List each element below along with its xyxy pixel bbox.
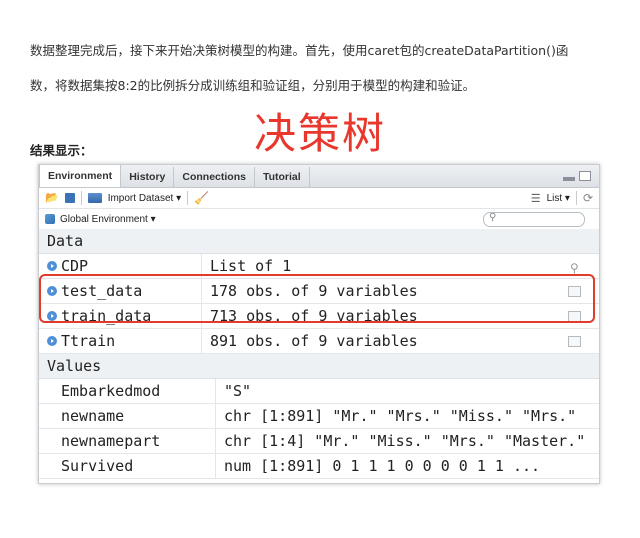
environment-pane: Environment History Connections Tutorial… (38, 164, 600, 484)
environment-selector-bar: Global Environment ▾ ⚲ (39, 209, 599, 229)
tab-history[interactable]: History (121, 167, 175, 187)
global-environment-dropdown[interactable]: Global Environment ▾ (60, 214, 156, 225)
import-dataset-button[interactable]: Import Dataset ▾ (108, 193, 181, 204)
variable-value: List of 1 (210, 257, 292, 275)
save-icon[interactable] (64, 193, 75, 203)
table-row[interactable]: train_data 713 obs. of 9 variables (39, 304, 599, 329)
tab-tutorial[interactable]: Tutorial (255, 167, 310, 187)
toolbar-divider (187, 191, 189, 205)
variable-name: Embarkedmod (39, 379, 216, 403)
view-table-icon[interactable] (568, 286, 581, 297)
magnify-icon[interactable]: ⚲ (570, 256, 581, 275)
tab-environment[interactable]: Environment (39, 165, 122, 187)
row-name-cell: Ttrain (39, 329, 202, 353)
open-folder-icon[interactable]: 📂 (45, 192, 59, 204)
import-dataset-icon[interactable] (87, 193, 102, 203)
variable-name: test_data (61, 282, 143, 300)
row-name-cell: train_data (39, 304, 202, 328)
table-row[interactable]: CDP List of 1 ⚲ (39, 254, 599, 279)
variable-name: newname (39, 404, 216, 428)
broom-icon[interactable]: 🧹 (194, 192, 209, 204)
variable-name: train_data (61, 307, 152, 325)
variable-name: newnamepart (39, 429, 216, 453)
table-row[interactable]: Ttrain 891 obs. of 9 variables (39, 329, 599, 354)
environment-grid: Data CDP List of 1 ⚲ test_data 178 obs. … (39, 229, 599, 479)
maximize-icon[interactable] (579, 171, 591, 181)
variable-value: 178 obs. of 9 variables (210, 282, 418, 300)
intro-paragraph-1: 数据整理完成后，接下来开始决策树模型的构建。首先，使用caret包的create… (30, 43, 569, 58)
variable-value: 713 obs. of 9 variables (210, 307, 418, 325)
expand-icon[interactable] (47, 311, 57, 321)
toolbar-right: ☰ List ▾ ⟳ (531, 191, 593, 205)
minimize-icon[interactable] (563, 177, 575, 181)
variable-name: Ttrain (61, 332, 116, 350)
expand-icon[interactable] (47, 336, 57, 346)
list-view-icon: ☰ (530, 192, 541, 205)
view-table-icon[interactable] (568, 311, 581, 322)
search-input[interactable]: ⚲ (483, 212, 585, 227)
environment-toolbar: 📂 Import Dataset ▾ 🧹 ☰ List ▾ ⟳ (39, 188, 599, 209)
variable-value: chr [1:891] "Mr." "Mrs." "Miss." "Mrs." … (224, 407, 584, 425)
view-mode-dropdown[interactable]: List ▾ (547, 193, 570, 204)
refresh-icon[interactable]: ⟳ (583, 191, 593, 205)
variable-value: num [1:891] 0 1 1 1 0 0 0 0 1 1 ... (224, 457, 541, 475)
table-row[interactable]: Survived num [1:891] 0 1 1 1 0 0 0 0 1 1… (39, 454, 599, 479)
section-header-values: Values (39, 354, 599, 379)
page-title: 决策树 (253, 109, 386, 158)
row-name-cell: test_data (39, 279, 202, 303)
toolbar-divider (575, 191, 577, 205)
variable-name: Survived (39, 454, 216, 478)
expand-icon[interactable] (47, 286, 57, 296)
variable-value: chr [1:4] "Mr." "Miss." "Mrs." "Master." (224, 432, 584, 450)
variable-value: "S" (224, 382, 252, 400)
row-name-cell: CDP (39, 254, 202, 278)
pane-tab-bar: Environment History Connections Tutorial (39, 165, 599, 188)
variable-name: CDP (61, 257, 89, 275)
search-icon: ⚲ (489, 212, 497, 223)
tab-connections[interactable]: Connections (174, 167, 255, 187)
variable-value: 891 obs. of 9 variables (210, 332, 418, 350)
result-label: 结果显示： (30, 143, 93, 158)
table-row[interactable]: test_data 178 obs. of 9 variables (39, 279, 599, 304)
table-row[interactable]: Embarkedmod "S" (39, 379, 599, 404)
table-row[interactable]: newnamepart chr [1:4] "Mr." "Miss." "Mrs… (39, 429, 599, 454)
expand-icon[interactable] (47, 261, 57, 271)
section-header-data: Data (39, 229, 599, 254)
environment-icon (45, 214, 55, 224)
intro-paragraph-2: 数，将数据集按8:2的比例拆分成训练组和验证组，分别用于模型的构建和验证。 (30, 78, 476, 93)
table-row[interactable]: newname chr [1:891] "Mr." "Mrs." "Miss."… (39, 404, 599, 429)
window-controls (563, 171, 591, 181)
view-table-icon[interactable] (568, 336, 581, 347)
toolbar-divider (80, 191, 82, 205)
